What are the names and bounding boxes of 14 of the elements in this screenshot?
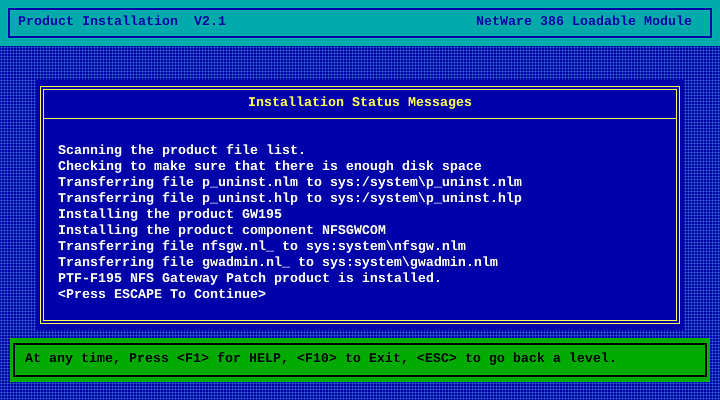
status-message: Transferring file p_uninst.nlm to sys:/system\p_uninst.nlm bbox=[58, 176, 523, 192]
status-message: Transferring file nfsgw.nl_ to sys:system\nfsgw.nlm bbox=[58, 240, 467, 256]
help-text: At any time, Press <F1> for HELP, <F10> to Exit, <ESC> to go back a level. bbox=[25, 352, 617, 368]
module-label: NetWare 386 Loadable Module bbox=[476, 15, 692, 31]
status-message: Installing the product component NFSGWCOM bbox=[58, 224, 387, 240]
status-message: PTF-F195 NFS Gateway Patch product is installed. bbox=[58, 272, 443, 288]
status-message: Scanning the product file list. bbox=[58, 144, 307, 160]
status-message: Transferring file gwadmin.nl_ to sys:system\gwadmin.nlm bbox=[58, 256, 499, 272]
status-message: Transferring file p_uninst.hlp to sys:/system\p_uninst.hlp bbox=[58, 192, 523, 208]
app-title: Product Installation V2.1 bbox=[18, 15, 226, 31]
dialog-title: Installation Status Messages bbox=[44, 90, 676, 119]
status-message: Installing the product GW195 bbox=[58, 208, 283, 224]
status-message: Checking to make sure that there is enough disk space bbox=[58, 160, 483, 176]
status-message: <Press ESCAPE To Continue> bbox=[58, 288, 267, 304]
